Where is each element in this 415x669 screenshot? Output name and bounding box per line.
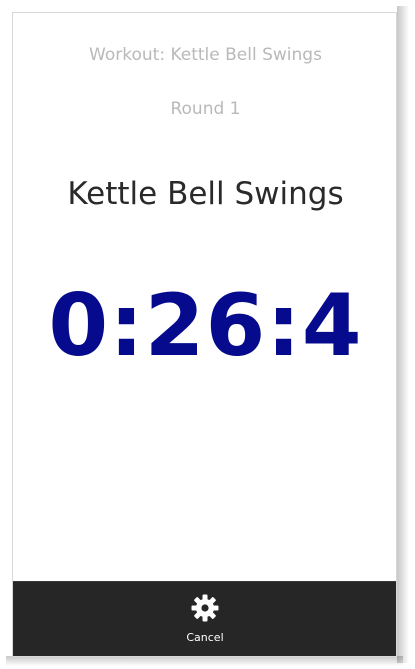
- exercise-name: Kettle Bell Swings: [67, 176, 344, 212]
- window-shadow-bottom: [6, 656, 403, 666]
- action-bar: Cancel: [13, 581, 396, 656]
- cancel-label: Cancel: [186, 631, 224, 644]
- window-shadow-right: [397, 6, 409, 663]
- round-label: Round 1: [170, 99, 241, 119]
- workout-screen: Workout: Kettle Bell Swings Round 1 Kett…: [12, 12, 397, 657]
- cancel-button[interactable]: Cancel: [170, 592, 240, 652]
- app-window: Workout: Kettle Bell Swings Round 1 Kett…: [0, 0, 415, 669]
- workout-title: Workout: Kettle Bell Swings: [89, 45, 322, 65]
- countdown-timer: 0:26:4: [48, 276, 363, 376]
- gear-icon: [191, 594, 219, 622]
